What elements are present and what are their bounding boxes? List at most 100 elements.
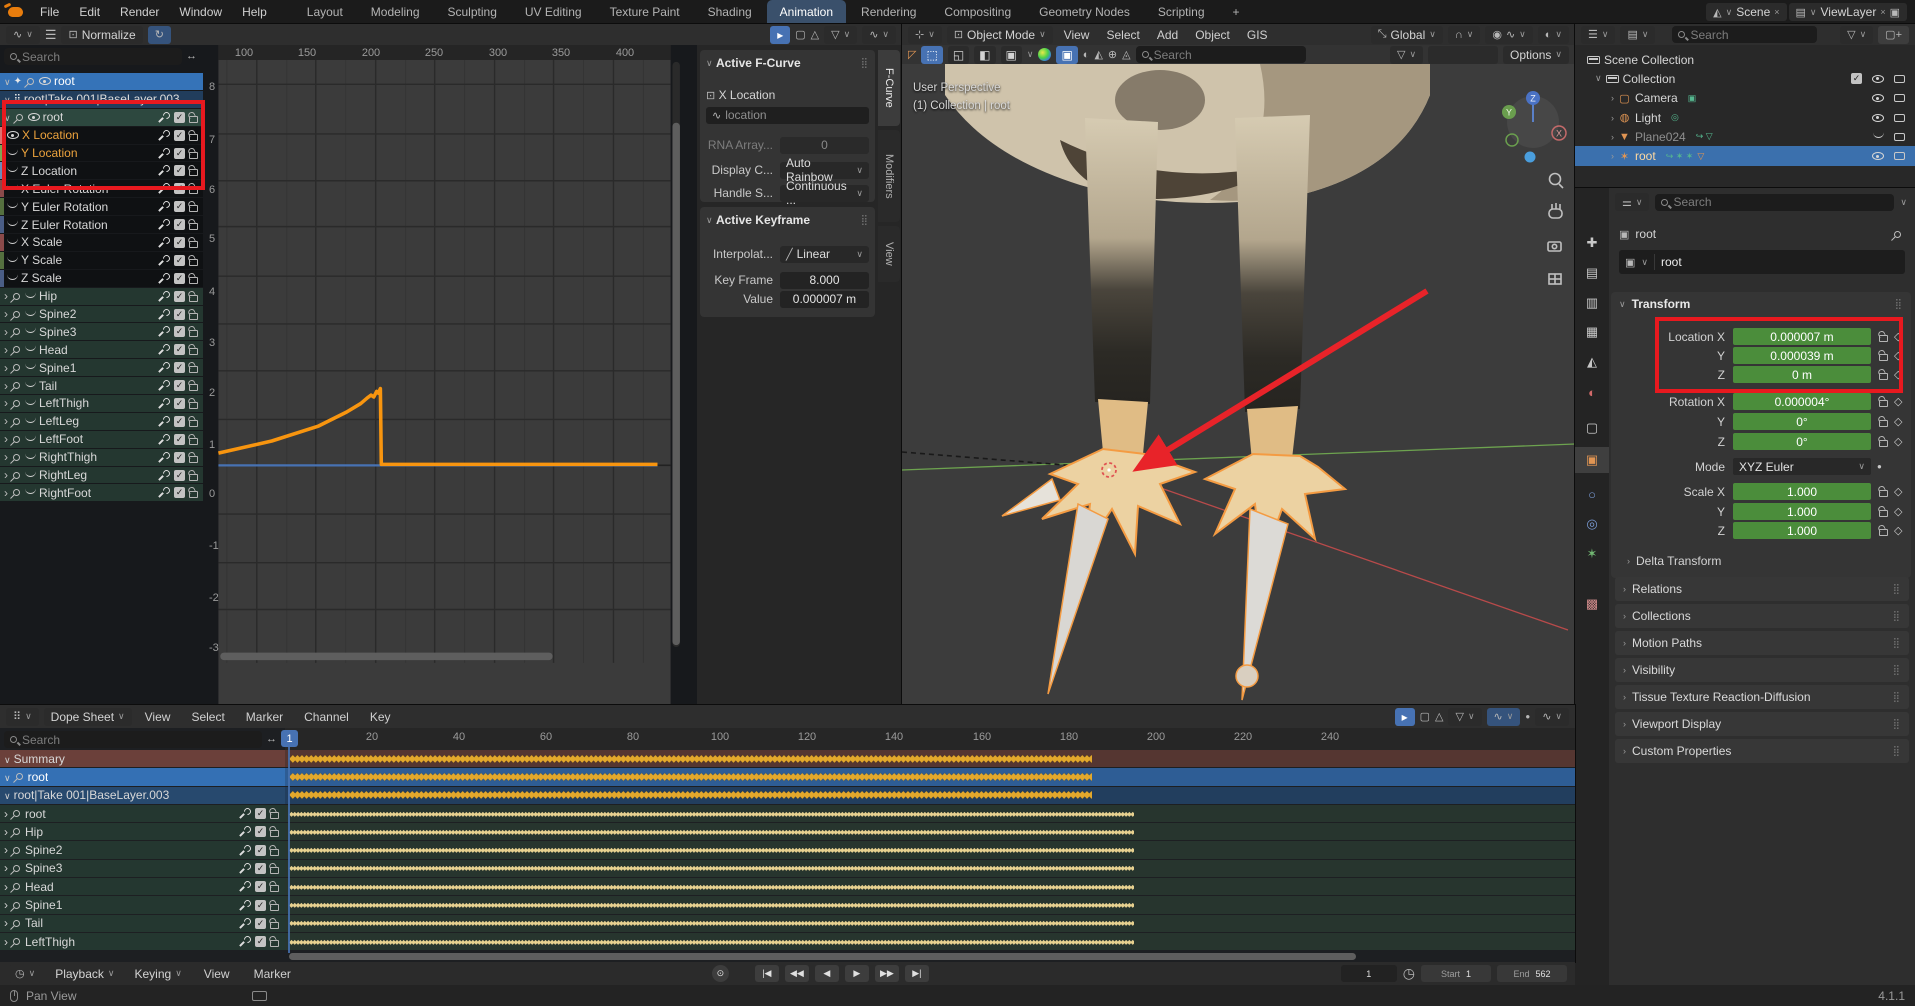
lock-icon[interactable] [189,456,198,463]
lock-icon[interactable] [1879,529,1888,536]
keyframe-diamond-icon[interactable]: ◇ [1894,505,1902,518]
outliner-row[interactable]: Scene Collection [1575,50,1915,69]
expand-icon[interactable]: › [1611,113,1614,123]
scale-value-field[interactable]: 1.000 [1733,503,1871,520]
modifier-icon[interactable] [240,845,251,856]
enable-checkbox[interactable] [174,416,185,427]
dope-menu[interactable]: Key [362,705,399,729]
overlay-icon[interactable]: ◐ [1083,49,1090,61]
lock-icon[interactable] [189,277,198,284]
expand-icon[interactable] [4,935,8,949]
keying-popover-button[interactable]: ∿∨ [1535,708,1569,726]
keyframe-track[interactable]: ◆◆◆◆◆◆◆◆◆◆◆◆◆◆◆◆◆◆◆◆◆◆◆◆◆◆◆◆◆◆◆◆◆◆◆◆◆◆◆◆… [285,805,1575,822]
modifier-icon[interactable] [159,398,170,409]
lock-icon[interactable] [189,491,198,498]
object-name-field[interactable]: ▣∨ root [1619,250,1905,274]
eye-open-icon[interactable] [28,113,40,121]
viewport-3d[interactable]: ⊹∨ ⊡Object Mode∨ ViewSelectAddObjectGIS … [902,24,1575,705]
properties-tab[interactable]: ▣ [1575,447,1609,473]
eye-open-icon[interactable] [7,131,19,139]
expand-icon[interactable]: › [1611,132,1614,142]
current-frame-line[interactable] [288,747,290,953]
graph-channel-row[interactable]: ✦ ⠿ Tail [0,377,203,394]
eye-closed-icon[interactable] [25,488,36,494]
expand-icon[interactable] [4,486,8,500]
hide-viewport-icon[interactable] [1872,94,1884,102]
lock-icon[interactable] [189,366,198,373]
keyframe-track[interactable]: ◆◆◆◆◆◆◆◆◆◆◆◆◆◆◆◆◆◆◆◆◆◆◆◆◆◆◆◆◆◆◆◆◆◆◆◆◆◆◆◆… [285,787,1575,804]
enable-checkbox[interactable] [255,900,266,911]
collapsed-panel[interactable]: ›Visibility⣿ [1615,658,1909,682]
new-collection-button[interactable]: ▢+ [1878,26,1909,44]
outliner-row[interactable]: ∨ Collection [1575,69,1915,88]
keyframes[interactable]: ◆◆◆◆◆◆◆◆◆◆◆◆◆◆◆◆◆◆◆◆◆◆◆◆◆◆◆◆◆◆◆◆◆◆◆◆◆◆◆◆… [289,771,1092,782]
graph-channel-row[interactable]: ✦ ⠿ root|Take 001|BaseLayer.003 [0,91,203,108]
eye-closed-icon[interactable] [25,471,36,477]
menus-collapsed-icon[interactable]: ☰ [45,27,57,43]
enable-checkbox[interactable] [255,863,266,874]
modifier-icon[interactable] [240,863,251,874]
expand-icon[interactable] [4,289,8,303]
lock-icon[interactable] [189,169,198,176]
enable-checkbox[interactable] [174,255,185,266]
talon-tip-ball[interactable] [1236,665,1258,687]
properties-tab[interactable]: ▩ [1575,591,1609,617]
modifier-icon[interactable] [240,808,251,819]
keyframe-track[interactable]: ◆◆◆◆◆◆◆◆◆◆◆◆◆◆◆◆◆◆◆◆◆◆◆◆◆◆◆◆◆◆◆◆◆◆◆◆◆◆◆◆… [285,878,1575,895]
graph-channel-row[interactable]: ✦ ⠿ Z Scale [0,270,203,287]
show-errors-icon[interactable]: △ [1435,710,1443,723]
viewport-canvas[interactable]: Z X Y [902,64,1575,705]
select-mode-2[interactable]: ◱ [948,46,969,64]
enable-checkbox[interactable] [174,291,185,302]
xray-icon[interactable]: ◭ [1094,48,1102,61]
editor-type-button[interactable]: ⠿∨ [6,708,39,726]
expand-icon[interactable] [4,825,8,839]
enable-checkbox[interactable] [255,808,266,819]
frame-start-field[interactable]: Start1 [1421,965,1491,982]
keyframes[interactable]: ◆◆◆◆◆◆◆◆◆◆◆◆◆◆◆◆◆◆◆◆◆◆◆◆◆◆◆◆◆◆◆◆◆◆◆◆◆◆◆◆… [289,901,1134,909]
expand-icon[interactable]: › [1611,151,1614,161]
modifier-icon[interactable] [159,255,170,266]
keyframe-track[interactable]: ◆◆◆◆◆◆◆◆◆◆◆◆◆◆◆◆◆◆◆◆◆◆◆◆◆◆◆◆◆◆◆◆◆◆◆◆◆◆◆◆… [285,860,1575,877]
eye-closed-icon[interactable] [25,363,36,369]
properties-search[interactable]: Search [1655,194,1894,211]
proportional-falloff-icon[interactable] [1038,48,1051,61]
keyframe-diamond-icon[interactable]: ◇ [1894,330,1902,343]
graph-channel-row[interactable]: ✦ ⠿ X Location [0,127,203,144]
editor-type-button[interactable]: ⊹∨ [908,26,942,44]
lock-icon[interactable] [189,241,198,248]
enable-checkbox[interactable] [174,344,185,355]
rna-array-field[interactable]: 0 [780,137,869,154]
pin-icon[interactable] [12,345,22,355]
frame-end-field[interactable]: End562 [1497,965,1567,982]
expand-icon[interactable] [4,110,11,124]
expand-icon[interactable] [4,880,8,894]
graph-channel-row[interactable]: ✦ ⠿ RightThigh [0,449,203,466]
workspace-tab[interactable]: Sculpting [435,0,510,24]
outliner-row[interactable]: › ◍ Light ◎ [1575,108,1915,127]
modifier-icon[interactable] [159,201,170,212]
proportional-edit-dropdown[interactable]: ◉∿∨ [1485,26,1532,44]
lock-icon[interactable] [189,116,198,123]
rotation-value-field[interactable]: 0° [1733,433,1871,450]
modifier-icon[interactable] [159,237,170,248]
sidebar-tab[interactable]: View [878,226,900,282]
viewport-menu[interactable]: Select [1100,23,1145,47]
show-errors-icon[interactable]: △ [811,28,819,41]
pin-icon[interactable] [12,309,22,319]
shading-globe-icon[interactable]: ⊕ [1108,48,1117,61]
eye-closed-icon[interactable] [7,149,18,155]
handle-smoothing-dropdown[interactable]: Continuous ...∨ [780,185,869,202]
eye-closed-icon[interactable] [7,256,18,262]
snap-dropdown[interactable]: ∩∨ [1448,26,1481,44]
interpolation-dropdown[interactable]: ╱Linear∨ [780,246,869,263]
properties-tab[interactable]: ✚ [1575,230,1609,256]
options-dropdown[interactable]: Options∨ [1503,46,1569,64]
lock-icon[interactable] [1879,420,1888,427]
show-hidden-icon[interactable]: ▢ [795,28,805,41]
show-only-selected-button[interactable]: ▸ [1395,708,1415,726]
pin-icon[interactable] [12,363,22,373]
lock-icon[interactable] [1879,335,1888,342]
workspace-tab[interactable]: UV Editing [512,0,595,24]
topbar-menu[interactable]: Window [170,0,231,24]
